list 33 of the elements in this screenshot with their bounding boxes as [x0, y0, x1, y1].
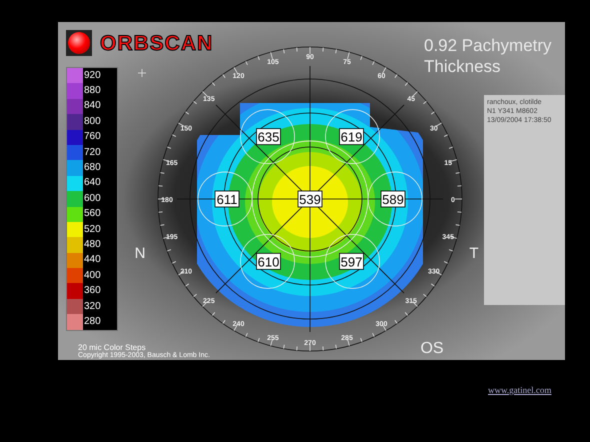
legend-label: 760 [83, 132, 101, 142]
nasal-label: N [134, 245, 146, 262]
legend-label: 560 [83, 209, 101, 220]
legend-label: 720 [83, 148, 101, 158]
logo-icon [66, 30, 92, 56]
legend-label: 280 [83, 316, 101, 327]
thickness-reading: 589 [380, 190, 406, 208]
legend-label: 840 [83, 101, 101, 112]
thickness-reading: 610 [256, 252, 281, 270]
legend-label: 640 [83, 178, 101, 188]
thickness-reading: 619 [339, 128, 364, 146]
eye-label: OS [420, 340, 444, 357]
temporal-label: T [469, 245, 479, 262]
legend-label: 320 [83, 302, 101, 312]
logo-text: ORBSCAN [100, 32, 214, 54]
thickness-reading: 635 [256, 128, 281, 146]
thickness-reading: 611 [214, 190, 240, 208]
legend-label: 440 [83, 255, 101, 266]
crosshair-icon [138, 68, 146, 78]
legend-label: 360 [83, 286, 101, 296]
legend-label: 520 [83, 224, 101, 235]
legend-label: 400 [83, 270, 101, 281]
legend-label: 480 [83, 240, 101, 250]
legend-label: 600 [83, 194, 101, 204]
map-title: 0.92 Pachymetry Thickness [424, 35, 552, 77]
legend-label: 880 [83, 86, 101, 96]
thickness-reading: 597 [339, 252, 364, 270]
legend-label: 800 [83, 116, 101, 127]
website-link[interactable]: www.gatinel.com [488, 384, 552, 398]
legend-caption: 20 mic Color Steps [78, 344, 146, 352]
legend-label: 920 [83, 70, 101, 81]
legend-label: 680 [83, 163, 101, 174]
thickness-reading: 539 [298, 190, 322, 208]
